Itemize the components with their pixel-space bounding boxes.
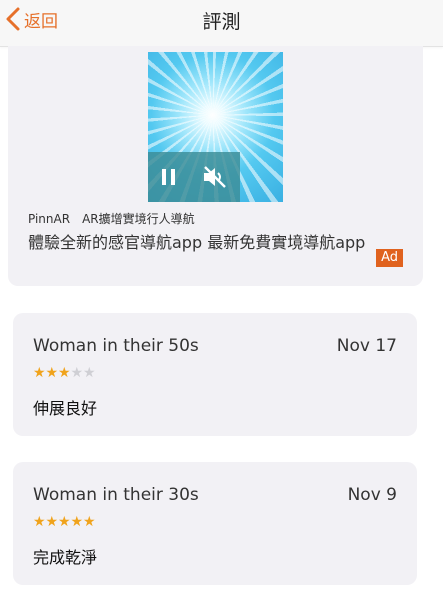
star-rating: ★ ★ ★ ★ ★ <box>33 515 96 529</box>
reviewer-name: Woman in their 30s <box>33 485 199 505</box>
star-filled-icon: ★ <box>33 514 46 530</box>
page-title: 評測 <box>202 11 241 33</box>
pause-icon[interactable] <box>159 166 179 188</box>
star-empty-icon: ★ <box>70 365 84 381</box>
star-filled-icon: ★ <box>45 365 59 381</box>
star-filled-icon: ★ <box>70 514 84 530</box>
star-rating: ★ ★ ★ ★ ★ <box>33 366 96 380</box>
star-filled-icon: ★ <box>45 514 59 530</box>
review-card: Woman in their 30s Nov 9 ★ ★ ★ ★ ★ 完成乾淨 <box>13 462 417 585</box>
ad-card[interactable]: PinnAR AR擴增實境行人導航 體驗全新的感官導航app 最新免費實境導航a… <box>8 46 423 286</box>
nav-bar: 返回 評測 <box>0 0 443 47</box>
ad-headline[interactable]: 體驗全新的感官導航app 最新免費實境導航app <box>28 229 365 253</box>
review-card: Woman in their 50s Nov 17 ★ ★ ★ ★ ★ 伸展良好 <box>13 313 417 436</box>
review-date: Nov 9 <box>347 485 397 505</box>
mute-icon[interactable] <box>201 165 229 189</box>
review-text: 伸展良好 <box>33 399 98 418</box>
star-empty-icon: ★ <box>83 365 96 381</box>
video-controls <box>148 152 240 202</box>
ad-video[interactable] <box>148 52 283 202</box>
review-text: 完成乾淨 <box>33 548 98 567</box>
reviewer-name: Woman in their 50s <box>33 336 199 356</box>
ad-badge: Ad <box>376 249 403 267</box>
star-filled-icon: ★ <box>58 514 71 530</box>
star-filled-icon: ★ <box>58 365 71 381</box>
review-date: Nov 17 <box>336 336 397 356</box>
ad-advertiser[interactable]: PinnAR AR擴增實境行人導航 <box>28 210 195 227</box>
star-filled-icon: ★ <box>83 514 96 530</box>
star-filled-icon: ★ <box>33 365 46 381</box>
